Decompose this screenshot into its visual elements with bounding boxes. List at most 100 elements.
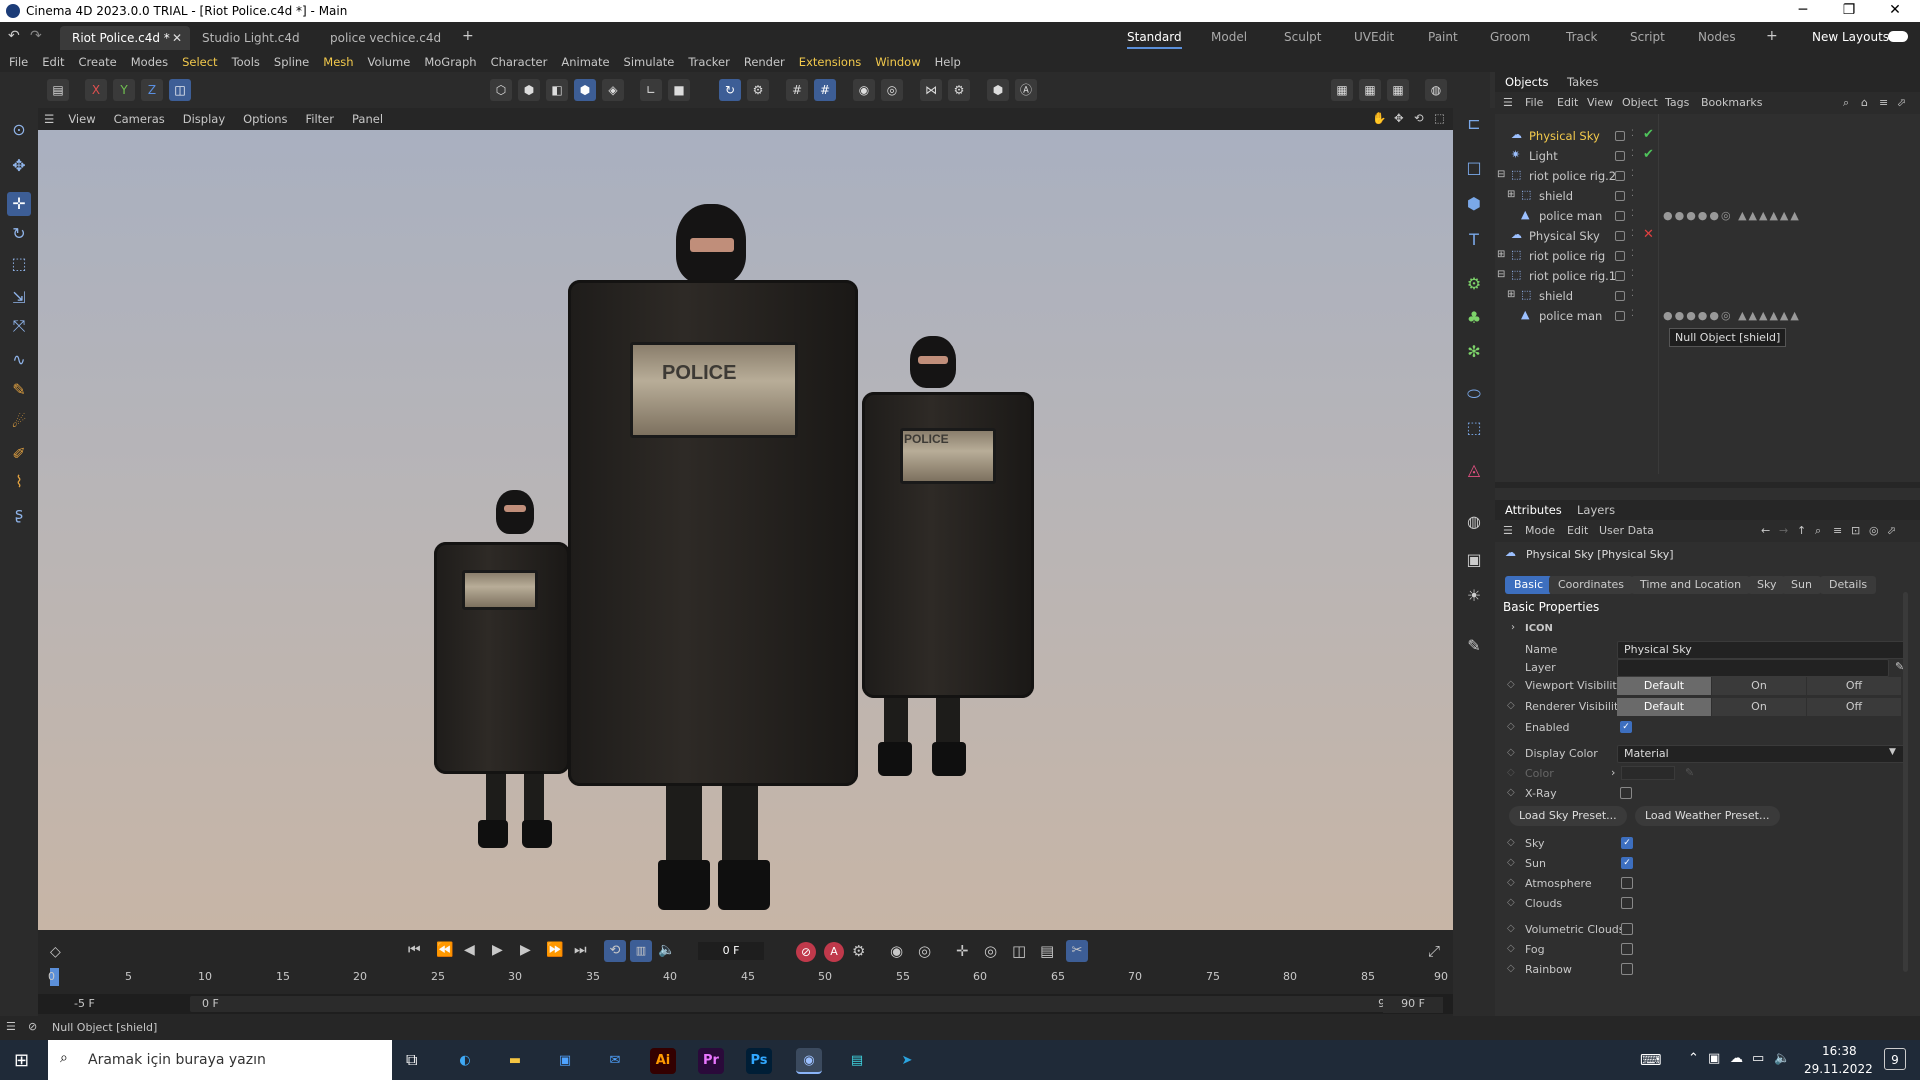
viewport-display-menu[interactable]: Display xyxy=(183,112,225,126)
search-icon[interactable]: ⌕ xyxy=(1815,524,1821,538)
solo-icon[interactable]: ■ xyxy=(668,79,690,101)
expand-icon[interactable]: ⊞ xyxy=(1507,189,1515,200)
edges-mode-icon[interactable]: ⬢ xyxy=(518,79,540,101)
mail-icon[interactable]: ✉ xyxy=(602,1048,628,1074)
layer-field[interactable] xyxy=(1617,659,1889,677)
x-axis-lock-button[interactable]: X xyxy=(85,79,107,101)
chevron-up-icon[interactable]: ⌃ xyxy=(1688,1051,1699,1066)
layer-box[interactable] xyxy=(1615,151,1625,161)
illustrator-icon[interactable]: Ai xyxy=(650,1048,676,1074)
windows-start-icon[interactable]: ⊞ xyxy=(14,1050,29,1071)
key-rotation-icon[interactable]: ◎ xyxy=(918,942,931,960)
layer-box[interactable] xyxy=(1615,131,1625,141)
objects-view-menu[interactable]: View xyxy=(1587,96,1613,109)
fog-checkbox[interactable] xyxy=(1621,943,1633,955)
viewport-visibility-off[interactable]: Off xyxy=(1807,677,1901,695)
objects-file-menu[interactable]: File xyxy=(1525,96,1543,109)
motion-icon[interactable]: ◬ xyxy=(1462,458,1486,482)
network-icon[interactable]: ▭ xyxy=(1752,1051,1764,1066)
renderer-visibility-default[interactable]: Default xyxy=(1617,698,1711,716)
collapse-icon[interactable]: ⊟ xyxy=(1497,269,1505,280)
go-to-end-icon[interactable]: ⏭ xyxy=(574,942,587,958)
render-settings-icon[interactable]: ▦ xyxy=(1387,79,1409,101)
menu-tracker[interactable]: Tracker xyxy=(688,55,730,69)
display-color-select[interactable]: Material xyxy=(1617,745,1907,763)
keyframe-diamond-icon[interactable]: ◇ xyxy=(1507,963,1515,974)
points-mode-icon[interactable]: ⬡ xyxy=(490,79,512,101)
lasso-icon[interactable]: ʂ xyxy=(7,502,31,526)
maximize-button[interactable]: ❐ xyxy=(1826,0,1872,22)
keyboard-icon[interactable]: ⌨ xyxy=(1640,1051,1662,1069)
viewport-panel-menu[interactable]: Panel xyxy=(352,112,383,126)
next-key-icon[interactable]: ⏩ xyxy=(546,942,563,958)
notifications-badge[interactable]: 9 xyxy=(1884,1048,1906,1070)
menu-animate[interactable]: Animate xyxy=(561,55,609,69)
atmosphere-checkbox[interactable] xyxy=(1621,877,1633,889)
expand-icon[interactable]: ⊞ xyxy=(1507,289,1515,300)
cloner-icon[interactable]: ♣ xyxy=(1462,306,1486,330)
text-tool-icon[interactable]: T xyxy=(1462,228,1486,252)
visibility-dots-icon[interactable]: ⁚ xyxy=(1631,269,1634,279)
cinema4d-taskbar-icon[interactable]: ◉ xyxy=(796,1048,822,1074)
layout-uvedit[interactable]: UVEdit xyxy=(1354,30,1394,44)
transfer-tool-icon[interactable]: ⇲ xyxy=(7,286,31,310)
knife-icon[interactable]: ⌇ xyxy=(7,470,31,494)
objects-menu-icon[interactable]: ☰ xyxy=(1503,96,1513,109)
name-input[interactable]: Physical Sky xyxy=(1617,641,1907,659)
viewport-view-menu[interactable]: View xyxy=(68,112,95,126)
light-icon[interactable]: ☀ xyxy=(1462,584,1486,608)
search-icon[interactable]: ⌕ xyxy=(1843,96,1849,110)
autokey-icon[interactable]: A xyxy=(824,942,844,962)
polygons-mode-icon[interactable]: ◧ xyxy=(546,79,568,101)
subtab-details[interactable]: Details xyxy=(1820,576,1877,594)
enabled-check-icon[interactable]: ✔ xyxy=(1643,147,1654,162)
viewport-filter-menu[interactable]: Filter xyxy=(306,112,334,126)
layout-paint[interactable]: Paint xyxy=(1428,30,1458,44)
layer-box[interactable] xyxy=(1615,231,1625,241)
load-weather-preset-button[interactable]: Load Weather Preset... xyxy=(1635,806,1780,826)
task-view-icon[interactable]: ⧉ xyxy=(406,1050,417,1070)
target-icon[interactable]: ◎ xyxy=(1869,524,1879,537)
viewport-visibility-on[interactable]: On xyxy=(1712,677,1806,695)
go-to-start-icon[interactable]: ⏮ xyxy=(408,942,421,958)
keyframe-diamond-icon[interactable]: ◇ xyxy=(1507,923,1515,934)
play-icon[interactable]: ▶ xyxy=(492,942,503,958)
camera-object-icon[interactable]: ▣ xyxy=(1462,548,1486,572)
timeline-graph-icon[interactable]: ⤢ xyxy=(1428,942,1440,960)
volumetric-clouds-checkbox[interactable] xyxy=(1621,923,1633,935)
collapse-icon[interactable]: ⊟ xyxy=(1497,169,1505,180)
selection-filter-icon[interactable]: ✥ xyxy=(7,154,31,178)
object-row[interactable]: ⊟ ⬚ riot police rig.1 ⁚ xyxy=(1495,266,1920,286)
app-icon[interactable]: ▤ xyxy=(844,1048,870,1074)
move-view-icon[interactable]: ✥ xyxy=(1394,111,1404,125)
render-to-picture-viewer-icon[interactable]: ▦ xyxy=(1359,79,1381,101)
generator-icon[interactable]: ⚙ xyxy=(1462,272,1486,296)
tray-icon[interactable]: ▣ xyxy=(1708,1051,1720,1066)
menu-file[interactable]: File xyxy=(9,55,28,69)
object-row[interactable]: ⊞ ⬚ shield ⁚ xyxy=(1495,286,1920,306)
uv-mode-icon[interactable]: ◈ xyxy=(602,79,624,101)
subtab-basic[interactable]: Basic xyxy=(1505,576,1553,594)
eyedropper-icon[interactable]: ✎ xyxy=(1685,766,1694,779)
chevron-down-icon[interactable]: ▼ xyxy=(1889,747,1896,757)
subtab-coordinates[interactable]: Coordinates xyxy=(1549,576,1634,594)
chevron-right-icon[interactable]: › xyxy=(1511,622,1515,633)
layer-box[interactable] xyxy=(1615,271,1625,281)
subtab-sun[interactable]: Sun xyxy=(1782,576,1821,594)
camera-icon[interactable]: ⬚ xyxy=(1462,416,1486,440)
viewport-menu-icon[interactable]: ☰ xyxy=(44,112,54,126)
menu-character[interactable]: Character xyxy=(491,55,548,69)
file-tab-studio-light[interactable]: Studio Light.c4d * xyxy=(190,26,320,69)
tab-takes[interactable]: Takes xyxy=(1567,75,1599,89)
object-row[interactable]: ⊞ ⬚ shield ⁚ xyxy=(1495,186,1920,206)
enabled-check-icon[interactable]: ✔ xyxy=(1643,127,1654,142)
loop-icon[interactable]: ⟲ xyxy=(604,940,626,962)
file-explorer-icon[interactable]: ▬ xyxy=(502,1048,528,1074)
file-tab-riot-police[interactable]: Riot Police.c4d * ✕ xyxy=(60,26,190,50)
menu-help[interactable]: Help xyxy=(935,55,961,69)
viewport-visibility-default[interactable]: Default xyxy=(1617,677,1711,695)
pan-icon[interactable]: ✋ xyxy=(1372,111,1386,125)
z-axis-lock-button[interactable]: Z xyxy=(141,79,163,101)
texture-icon[interactable]: Ⓐ xyxy=(1015,79,1037,101)
objects-object-menu[interactable]: Object xyxy=(1622,96,1658,109)
